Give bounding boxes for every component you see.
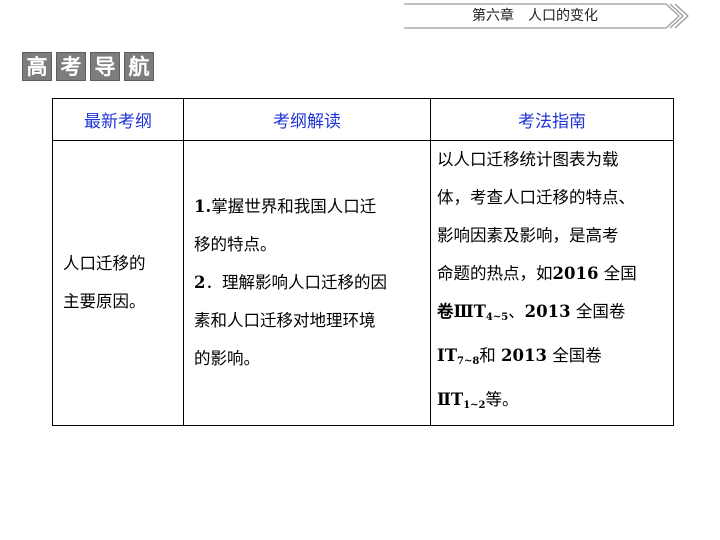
item-number: 2 <box>194 273 206 292</box>
cell-exam-guide: 以人口迁移统计图表为载 体，考查人口迁移的特点、 影响因素及影响，是高考 命题的… <box>430 140 674 426</box>
guide-line: 以人口迁移统计图表为载 <box>437 150 619 169</box>
cell-syllabus: 人口迁移的 主要原因。 <box>52 140 184 426</box>
section-tag-char: 考 <box>56 52 86 81</box>
interpretation-line: 的影响。 <box>194 349 260 368</box>
section-tag-gaokao-daohang: 高 考 导 航 <box>22 52 154 81</box>
item-number: 1. <box>194 197 212 216</box>
syllabus-line: 人口迁移的 <box>63 254 146 273</box>
guide-line: 命题的热点，如2016 全国 <box>437 264 637 283</box>
header-exam-guide: 考法指南 <box>430 98 674 141</box>
chapter-banner: 第六章 人口的变化 <box>404 3 694 29</box>
table-row: 人口迁移的 主要原因。 1.掌握世界和我国人口迁 移的特点。 2．理解影响人口迁… <box>52 140 674 426</box>
table-header-row: 最新考纲 考纲解读 考法指南 <box>52 98 674 141</box>
section-tag-char: 高 <box>22 52 52 81</box>
interpretation-item-2: 2．理解影响人口迁移的因 <box>194 273 387 292</box>
guide-line: 体，考查人口迁移的特点、 <box>437 188 635 207</box>
cell-interpretation: 1.掌握世界和我国人口迁 移的特点。 2．理解影响人口迁移的因 素和人口迁移对地… <box>183 140 431 426</box>
chapter-title: 第六章 人口的变化 <box>472 8 598 24</box>
header-latest-syllabus: 最新考纲 <box>52 98 184 141</box>
interpretation-item-1: 1.掌握世界和我国人口迁 <box>194 197 377 216</box>
exam-guide-table: 最新考纲 考纲解读 考法指南 人口迁移的 主要原因。 1.掌握世界和我国人口迁 … <box>52 98 674 426</box>
interpretation-line: 素和人口迁移对地理环境 <box>194 311 376 330</box>
interpretation-line: 移的特点。 <box>194 235 277 254</box>
header-syllabus-interpretation: 考纲解读 <box>183 98 431 141</box>
guide-line: ⅡT1~2等。 <box>437 390 519 411</box>
syllabus-line: 主要原因。 <box>63 292 146 311</box>
guide-line: ⅠT7~8和 2013 全国卷 <box>437 346 602 367</box>
section-tag-char: 导 <box>90 52 120 81</box>
guide-line: 卷ⅢT4~5、2013 全国卷 <box>437 302 626 323</box>
guide-line: 影响因素及影响，是高考 <box>437 226 619 245</box>
section-tag-char: 航 <box>124 52 154 81</box>
